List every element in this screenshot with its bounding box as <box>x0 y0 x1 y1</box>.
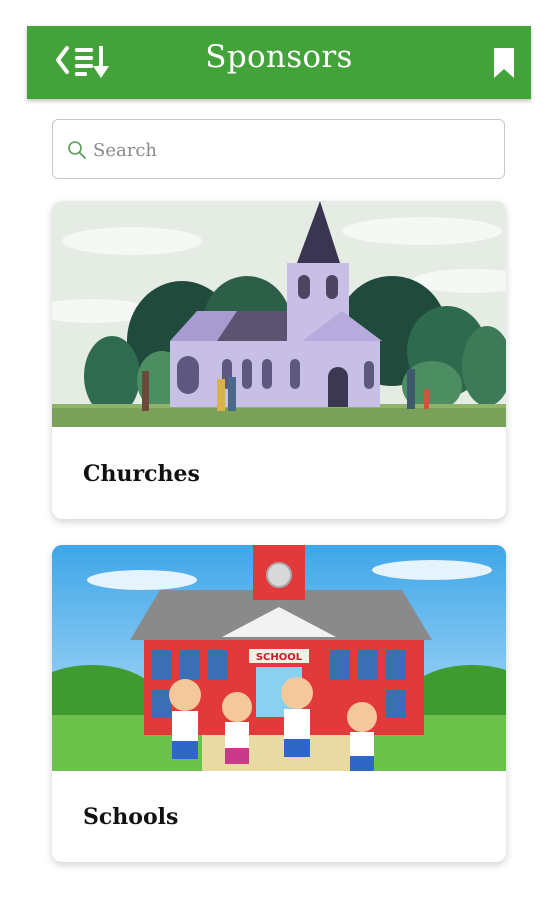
search-icon <box>68 141 86 159</box>
search-input[interactable] <box>91 132 495 168</box>
bookmark-button[interactable] <box>491 46 517 80</box>
page-title: Sponsors <box>205 39 353 75</box>
bookmark-icon <box>494 48 514 78</box>
school-illustration: SCHOOL <box>52 545 506 771</box>
category-label: Churches <box>83 461 200 487</box>
search-box <box>52 119 505 179</box>
category-label: Schools <box>83 804 179 830</box>
category-card-schools[interactable]: SCHOOL Schools <box>52 545 506 862</box>
app-bar: Sponsors <box>27 26 531 99</box>
category-card-churches[interactable]: Churches <box>52 201 506 519</box>
church-illustration <box>52 201 506 427</box>
svg-text:SCHOOL: SCHOOL <box>256 652 303 663</box>
